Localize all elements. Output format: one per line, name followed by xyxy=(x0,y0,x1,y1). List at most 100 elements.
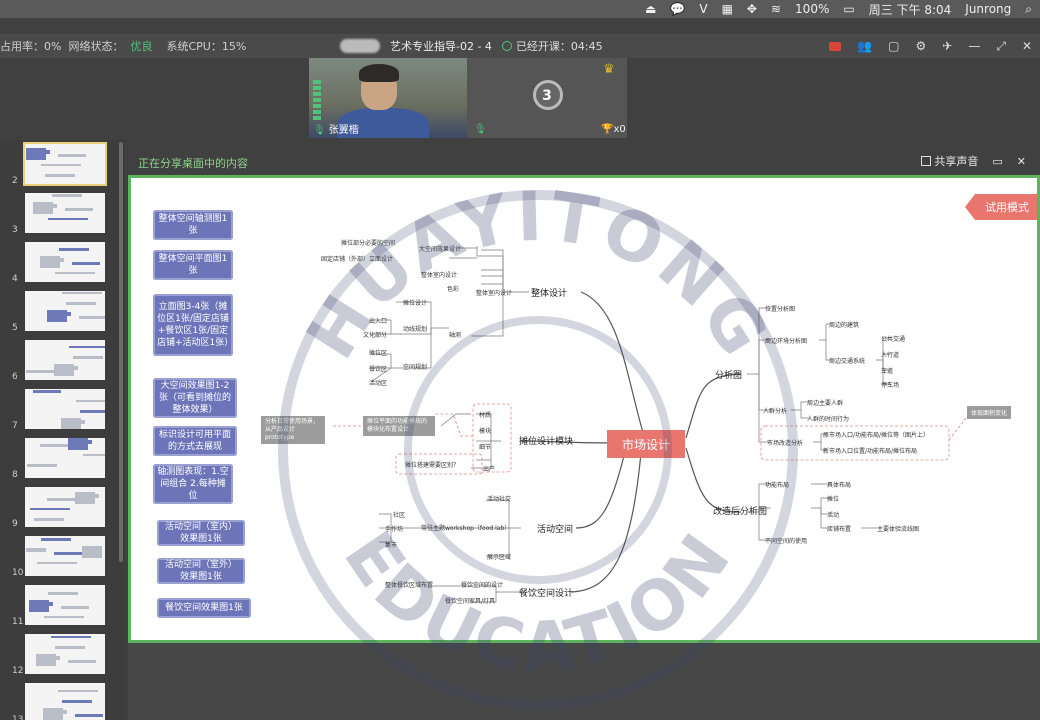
pin-icon[interactable]: ✈ xyxy=(942,39,952,53)
person-hair xyxy=(359,64,399,82)
search-icon[interactable]: ⌕ xyxy=(1025,2,1032,17)
move-icon[interactable]: ✥ xyxy=(747,2,757,16)
leaf: 细节 xyxy=(479,444,492,451)
leaf: 整体餐饮区域布置 xyxy=(385,582,434,589)
thumbnail-number: 11 xyxy=(12,617,24,627)
trophy-icon: 🏆 xyxy=(601,124,614,135)
thumbnail-image[interactable] xyxy=(25,683,105,720)
thumbnail-image[interactable] xyxy=(25,340,105,380)
req-button-8[interactable]: 活动空间（室外）效果图1张 xyxy=(157,558,245,584)
thumbnail-image[interactable] xyxy=(25,487,105,527)
req-button-6[interactable]: 轴测图表现：1.空间组合 2.每种摊位 xyxy=(153,464,233,504)
wifi-icon[interactable]: ≋ xyxy=(771,2,781,16)
crown-icon: ♛ xyxy=(603,62,615,77)
slide-thumbnail[interactable]: 13 xyxy=(0,683,124,720)
branch-stall-design[interactable]: 摊位设计模块 xyxy=(519,434,573,447)
mic-icon: 🎙 xyxy=(313,125,326,136)
thumbnail-image[interactable] xyxy=(25,242,105,282)
leaf: 整体室内设计 xyxy=(421,272,458,279)
leaf: 集市 xyxy=(385,542,398,549)
fullscreen-icon[interactable]: ⤢ xyxy=(996,39,1006,54)
screen-icon[interactable]: ▢ xyxy=(888,39,899,53)
toolbar-icons: 👥 ▢ ⚙ ✈ — ⤢ ✕ xyxy=(829,34,1032,58)
branch-post-analysis[interactable]: 改造后分析图 xyxy=(713,504,767,517)
checkbox-icon[interactable] xyxy=(921,156,932,166)
leaf: 新市场入口位置/功能布局/摊位布局 xyxy=(823,448,918,455)
leaf: 人群的时间行为 xyxy=(807,416,850,423)
thumbnail-image[interactable] xyxy=(25,634,105,674)
branch-dining-space[interactable]: 餐饮空间设计 xyxy=(519,586,573,599)
upload-icon[interactable]: ⏏ xyxy=(645,2,656,16)
branch-overall-design[interactable]: 整体设计 xyxy=(531,286,567,299)
slide-thumbnail[interactable]: 4 xyxy=(0,242,124,286)
leaf: 活动 xyxy=(827,512,840,519)
leaf: 主要体验流线图 xyxy=(877,526,920,533)
slide-thumbnail[interactable]: 12 xyxy=(0,634,124,678)
net-value: 优良 xyxy=(130,40,153,53)
branch-activity-space[interactable]: 活动空间 xyxy=(537,522,573,535)
leaf: 整体室内设计 xyxy=(476,290,513,297)
req-button-4[interactable]: 大空间效果图1-2张（可看到摊位的整体效果） xyxy=(153,378,237,418)
thumbnail-number: 8 xyxy=(12,470,18,480)
app-v-icon[interactable]: V xyxy=(699,2,707,16)
share-status: 正在分享桌面中的内容 xyxy=(138,157,248,170)
cpu-usage: 占用率：0% 网络状态： 优良 系统CPU：15% xyxy=(0,38,246,54)
thumbnail-image[interactable] xyxy=(25,536,105,576)
req-button-1[interactable]: 整体空间轴测图1张 xyxy=(153,210,233,240)
close-icon[interactable]: ✕ xyxy=(1022,39,1032,53)
share-sound-toggle[interactable]: 共享声音 xyxy=(921,153,978,169)
slide-thumbnail[interactable]: 10 xyxy=(0,536,124,580)
leaf: 人行道 xyxy=(881,352,900,359)
thumbnail-image[interactable] xyxy=(23,142,107,186)
req-button-2[interactable]: 整体空间平面图1张 xyxy=(153,250,233,280)
grid-icon[interactable]: ▦ xyxy=(722,2,733,16)
trophy-count: x0 xyxy=(613,124,626,135)
share-close-icon[interactable]: ✕ xyxy=(1017,155,1026,168)
record-icon[interactable] xyxy=(829,41,842,51)
req-button-5[interactable]: 标识设计可用平面的方式去展现 xyxy=(153,426,237,456)
branch-analysis[interactable]: 分析图 xyxy=(715,368,742,381)
slide-thumbnail[interactable]: 9 xyxy=(0,487,124,531)
slide-thumbnail[interactable]: 6 xyxy=(0,340,124,384)
user-name[interactable]: Junrong xyxy=(965,2,1011,16)
clock[interactable]: 周三 下午 8:04 xyxy=(869,1,952,18)
minimize-icon[interactable]: — xyxy=(968,39,980,53)
teacher-video[interactable]: 🎙 张翼楷 xyxy=(309,58,467,138)
slide-thumbnail[interactable]: 11 xyxy=(0,585,124,629)
leaf: 周边的建筑 xyxy=(829,322,860,329)
people-icon[interactable]: 👥 xyxy=(857,39,872,53)
thumbnail-image[interactable] xyxy=(25,438,105,478)
course-info: 艺术专业指导-02 - 4 已经开课：04:45 xyxy=(340,34,603,58)
wechat-icon[interactable]: 💬 xyxy=(670,2,685,16)
leaf: 模块 xyxy=(479,428,492,435)
mindmap-center[interactable]: 市场设计 xyxy=(607,430,685,458)
leaf: 大空间效果设计 xyxy=(419,246,462,253)
slide-thumbnail[interactable]: 7 xyxy=(0,389,124,433)
thumbnail-number: 3 xyxy=(12,225,18,235)
leaf: 出入口 xyxy=(369,318,388,325)
slide-thumbnail[interactable]: 5 xyxy=(0,291,124,335)
battery-icon[interactable]: ▭ xyxy=(843,2,854,16)
thumbnail-image[interactable] xyxy=(25,291,105,331)
leaf: 店铺布置 xyxy=(827,526,852,533)
participant-count: 3 xyxy=(542,88,552,104)
slide-thumbnails[interactable]: 2 3 4 5 6 7 8 9 10 11 12 13 xyxy=(0,140,124,720)
thumbnail-image[interactable] xyxy=(25,389,105,429)
req-button-7[interactable]: 活动空间（室内）效果图1张 xyxy=(157,520,245,546)
mindmap-lines xyxy=(331,246,970,603)
thumbnail-image[interactable] xyxy=(25,193,105,233)
thumbnail-number: 2 xyxy=(12,176,18,186)
teacher-name: 张翼楷 xyxy=(328,125,359,136)
leaf: 展示区域 xyxy=(487,554,512,561)
slide-thumbnail[interactable]: 3 xyxy=(0,193,124,237)
teacher-name-label: 🎙 张翼楷 xyxy=(313,121,359,136)
thumbnail-image[interactable] xyxy=(25,585,105,625)
share-bar: 正在分享桌面中的内容 共享声音 ▭ ✕ xyxy=(128,150,1040,174)
req-button-9[interactable]: 餐饮空间效果图1张 xyxy=(157,598,251,618)
slide-thumbnail[interactable]: 8 xyxy=(0,438,124,482)
req-button-3[interactable]: 立面图3-4张（摊位区1张/固定店铺+餐饮区1张/固定店铺+活动区1张） xyxy=(153,294,233,356)
trophy-badge: 🏆x0 xyxy=(601,124,626,135)
window-icon[interactable]: ▭ xyxy=(992,155,1002,168)
gear-icon[interactable]: ⚙ xyxy=(916,39,927,53)
slide-thumbnail[interactable]: 2 xyxy=(0,142,124,188)
